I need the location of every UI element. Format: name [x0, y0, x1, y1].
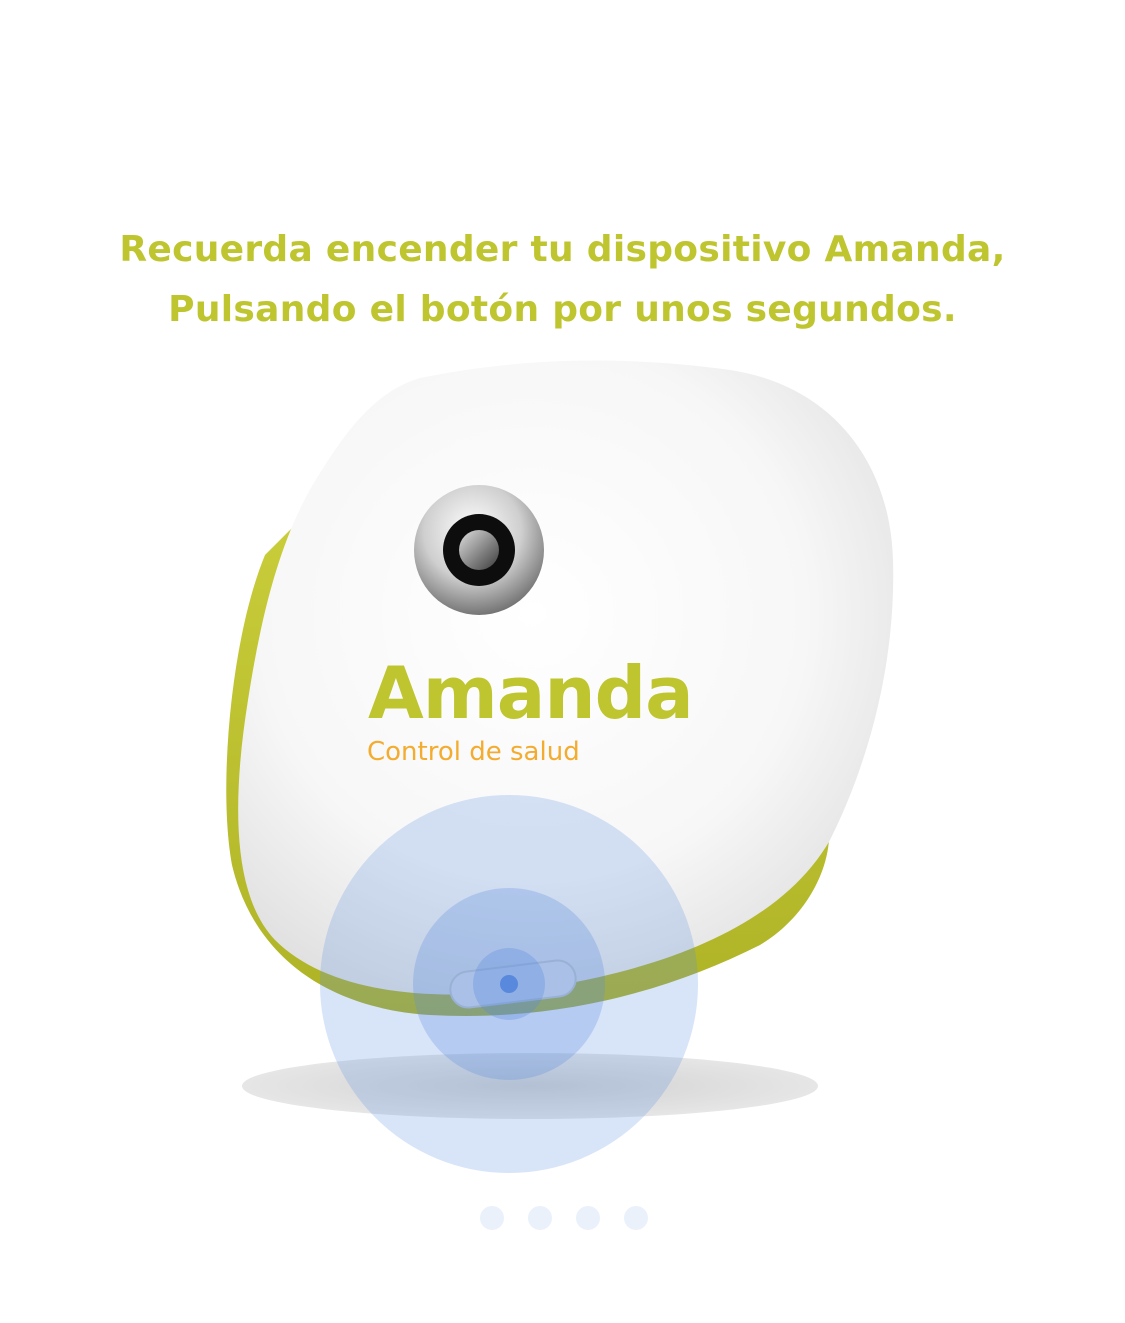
instruction-text: Recuerda encender tu dispositivo Amanda,…	[0, 220, 1125, 340]
brand-tagline: Control de salud	[367, 737, 580, 767]
page-dot[interactable]	[528, 1206, 552, 1230]
page-indicator	[480, 1206, 648, 1230]
instruction-line-1: Recuerda encender tu dispositivo Amanda,	[119, 229, 1006, 270]
press-indicator	[320, 795, 698, 1173]
page-dot[interactable]	[576, 1206, 600, 1230]
press-point	[500, 975, 518, 993]
instruction-line-2: Pulsando el botón por unos segundos.	[168, 289, 957, 330]
camera-lens-icon	[414, 485, 544, 615]
page-dot[interactable]	[624, 1206, 648, 1230]
page-dot[interactable]	[480, 1206, 504, 1230]
brand-logo-name: Amanda	[368, 651, 694, 735]
